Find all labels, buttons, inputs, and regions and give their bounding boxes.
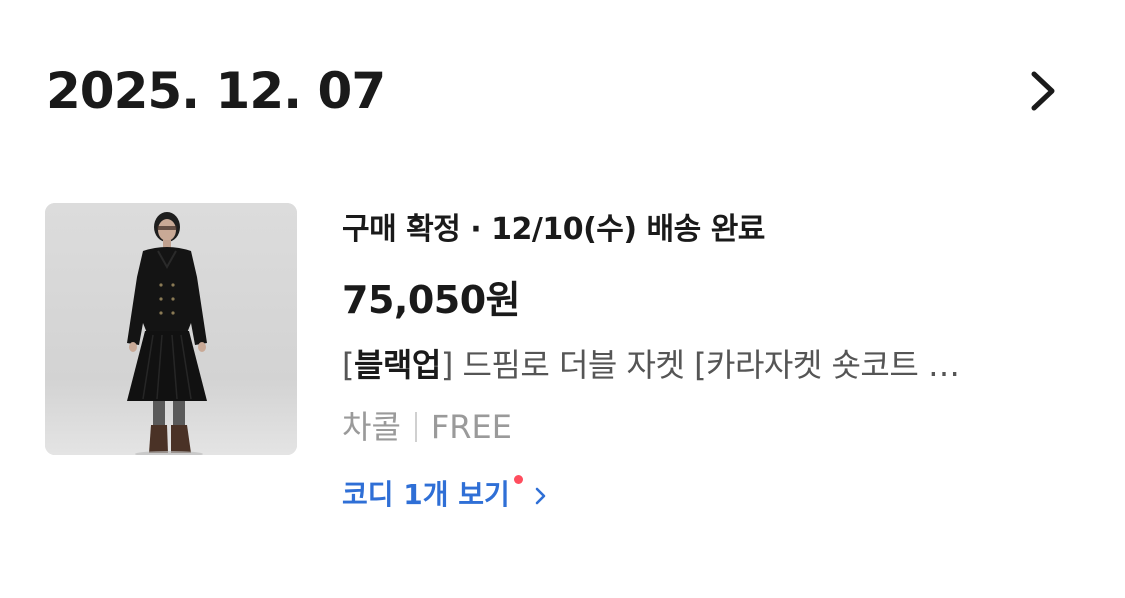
chevron-right-small-icon [535,487,546,505]
product-name: 드핌로 더블 자켓 [카라자켓 숏코트 … [462,346,960,384]
bracket-open: [ [342,346,354,384]
order-price: 75,050원 [342,278,521,322]
coordi-link-label: 코디 1개 보기 [342,478,510,511]
product-thumbnail[interactable] [45,203,297,455]
order-header: 2025. 12. 07 [46,58,1066,128]
notification-dot-icon [513,475,523,484]
view-coordi-link[interactable]: 코디 1개 보기 [342,473,549,517]
product-options: 차콜 FREE [342,403,512,451]
order-status: 구매 확정 · 12/10(수) 배송 완료 [342,212,765,247]
option-color: 차콜 [342,408,401,446]
bracket-close: ] [440,346,463,384]
order-history-page: 2025. 12. 07 구매 확정 · 12/10(수) 배송 완료 75,0… [0,0,1125,598]
product-title[interactable]: [블랙업] 드핌로 더블 자켓 [카라자켓 숏코트 … [342,341,1032,389]
product-brand: 블랙업 [353,346,441,384]
order-detail-button[interactable] [1022,66,1066,116]
order-item-card[interactable]: 구매 확정 · 12/10(수) 배송 완료 75,050원 [블랙업] 드핌로… [45,203,1075,523]
product-photo [45,203,297,455]
option-divider [414,412,417,442]
order-date: 2025. 12. 07 [46,62,386,120]
chevron-right-icon [1031,71,1055,111]
option-size: FREE [430,408,512,446]
